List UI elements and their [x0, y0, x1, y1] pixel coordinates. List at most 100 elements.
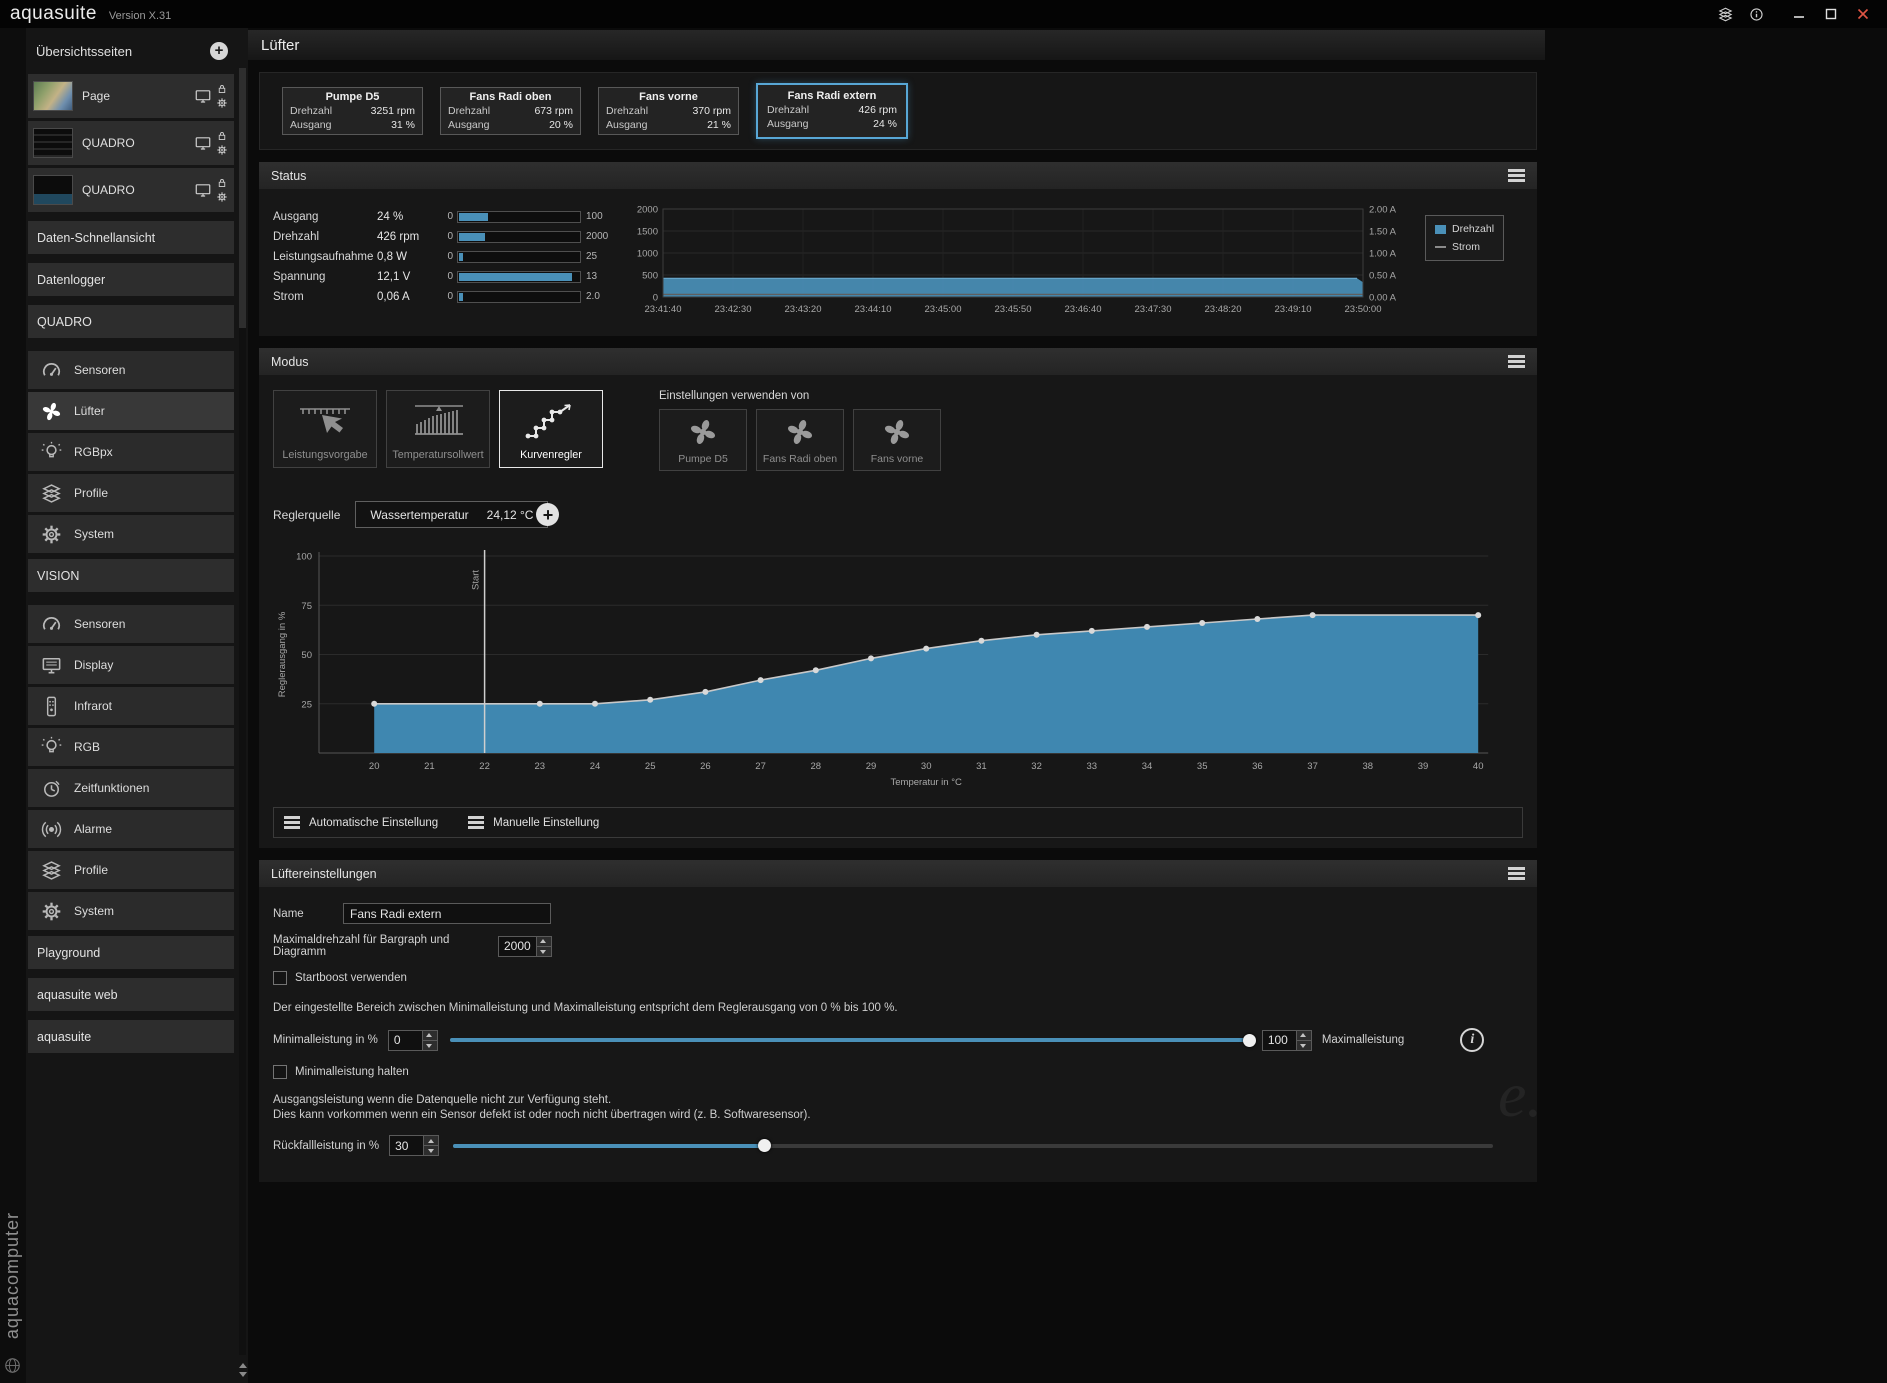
sidebar-item-display[interactable]: Display	[28, 646, 234, 684]
spin-up-button[interactable]	[424, 1136, 439, 1146]
metric-label: Leistungsaufnahme	[273, 250, 374, 263]
sidebar-item-sensoren[interactable]: Sensoren	[28, 605, 234, 643]
panel-menu-icon[interactable]	[1508, 169, 1525, 182]
overview-page-row[interactable]: QUADRO	[28, 121, 234, 165]
spin-up-button[interactable]	[422, 1030, 437, 1041]
status-history-chart: 2000 2.00 A 1500 1.50 A 1000 1.00 A 500 0.50 A 0…	[627, 203, 1415, 328]
maxrpm-spinner[interactable]: 2000	[498, 935, 552, 957]
monitor-icon[interactable]	[193, 135, 213, 152]
layers-icon[interactable]	[1717, 6, 1734, 23]
add-page-button[interactable]: +	[210, 42, 228, 60]
sidebar-item-system[interactable]: System	[28, 515, 234, 553]
mode-button-temperatursollwert[interactable]: Temperatursollwert	[386, 390, 490, 468]
overview-page-row[interactable]: QUADRO	[28, 168, 234, 212]
hold-min-checkbox[interactable]	[273, 1065, 287, 1079]
monitor-icon[interactable]	[193, 88, 213, 105]
fallback-slider[interactable]	[453, 1139, 1494, 1152]
svg-text:23:45:50: 23:45:50	[995, 304, 1032, 315]
sidebar-item-datenlogger[interactable]: Datenlogger	[28, 263, 234, 296]
gear-icon[interactable]	[216, 97, 228, 109]
sidebar-scrollbar[interactable]	[239, 68, 246, 1355]
mode-button-kurvenregler[interactable]: Kurvenregler	[499, 390, 603, 468]
drehzahl-label: Drehzahl	[448, 105, 491, 117]
lock-icon[interactable]	[216, 83, 228, 95]
fan-card-fans-radi-oben[interactable]: Fans Radi oben Drehzahl 673 rpm Ausgang 20…	[440, 87, 581, 135]
copy-from-pumpe-d5[interactable]: Pumpe D5	[659, 409, 747, 471]
min-power-spinner[interactable]: 0	[387, 1029, 438, 1051]
sidebar-item-alarme[interactable]: Alarme	[28, 810, 234, 848]
sidebar-group-quadro[interactable]: QUADRO	[28, 305, 234, 338]
fan-card-title: Fans Radi extern	[787, 90, 877, 102]
curve-chart-container[interactable]: 100 75 50 25 20 21 22 23 24 25 26 27 28 29 30 31 32 33 34 3…	[273, 544, 1523, 799]
slider-handle[interactable]	[1242, 1033, 1256, 1047]
slider-handle[interactable]	[758, 1139, 772, 1152]
max-power-spinner[interactable]: 100	[1261, 1029, 1312, 1051]
source-name: Wassertemperatur	[370, 507, 469, 522]
sidebar-item-system[interactable]: System	[28, 892, 234, 930]
close-button[interactable]	[1849, 3, 1877, 25]
power-preset-icon	[294, 400, 356, 442]
spin-down-button[interactable]	[536, 946, 551, 956]
fan-card-pumpe-d5[interactable]: Pumpe D5 Drehzahl 3251 rpm Ausgang 31 %	[282, 87, 423, 135]
sidebar-item-label: aquasuite	[37, 1029, 92, 1044]
sidebar-item-aquasuite-web[interactable]: aquasuite web	[28, 978, 234, 1011]
copy-from-fans-radi-oben[interactable]: Fans Radi oben	[756, 409, 844, 471]
drehzahl-label: Drehzahl	[290, 105, 333, 117]
spin-up-button[interactable]	[1296, 1030, 1311, 1041]
auto-settings-button[interactable]: Automatische Einstellung	[284, 816, 438, 829]
fan-card-fans-radi-extern[interactable]: Fans Radi extern Drehzahl 426 rpm Ausgang…	[756, 83, 908, 139]
panel-menu-icon[interactable]	[1508, 355, 1525, 368]
sidebar-group-vision[interactable]: VISION	[28, 559, 234, 592]
fan-card-fans-vorne[interactable]: Fans vorne Drehzahl 370 rpm Ausgang 21 %	[598, 87, 739, 135]
spin-down-button[interactable]	[1296, 1040, 1311, 1050]
lock-icon[interactable]	[216, 177, 228, 189]
minimize-button[interactable]	[1785, 3, 1813, 25]
mode-button-leistungsvorgabe[interactable]: Leistungsvorgabe	[273, 390, 377, 468]
sidebar-item-infrarot[interactable]: Infrarot	[28, 687, 234, 725]
sidebar-item-playground[interactable]: Playground	[28, 936, 234, 969]
info-icon[interactable]: i	[1460, 1028, 1485, 1052]
sidebar-item-daten-schnellansicht[interactable]: Daten-Schnellansicht	[28, 221, 234, 254]
regler-source-select[interactable]: Wassertemperatur 24,12 °C	[355, 501, 549, 528]
svg-text:39: 39	[1418, 761, 1429, 772]
sidebar-item-profile[interactable]: Profile	[28, 851, 234, 889]
fallback-spinner[interactable]: 30	[389, 1135, 440, 1156]
add-source-button[interactable]: +	[536, 503, 560, 526]
panel-menu-icon[interactable]	[1508, 867, 1525, 880]
sidebar-item-luefter[interactable]: Lüfter	[28, 392, 234, 430]
scrollbar-thumb[interactable]	[239, 68, 246, 328]
svg-text:0: 0	[653, 293, 658, 304]
sidebar-item-profile[interactable]: Profile	[28, 474, 234, 512]
sidebar-item-aquasuite[interactable]: aquasuite	[28, 1020, 234, 1053]
minmax-range-slider[interactable]	[449, 1033, 1256, 1047]
sidebar-item-zeitfunktionen[interactable]: Zeitfunktionen	[28, 769, 234, 807]
maximize-button[interactable]	[1817, 3, 1845, 25]
svg-text:Start: Start	[471, 570, 482, 590]
scrollbar-arrows[interactable]	[239, 1363, 247, 1377]
page-thumbnail	[33, 175, 73, 205]
spin-down-button[interactable]	[424, 1146, 439, 1155]
metric-bargraph	[457, 230, 581, 243]
copy-from-fans-vorne[interactable]: Fans vorne	[853, 409, 941, 471]
sidebar-item-rgb[interactable]: RGB	[28, 728, 234, 766]
lock-icon[interactable]	[216, 130, 228, 142]
spin-down-button[interactable]	[422, 1040, 437, 1050]
gear-icon[interactable]	[216, 191, 228, 203]
auto-settings-label: Automatische Einstellung	[309, 816, 439, 829]
startboost-checkbox[interactable]	[273, 971, 287, 985]
sidebar-item-rgbpx[interactable]: RGBpx	[28, 433, 234, 471]
fallback-text-line2: Dies kann vorkommen wenn ein Sensor defe…	[273, 1109, 811, 1121]
svg-text:23:42:30: 23:42:30	[715, 304, 752, 315]
manual-settings-button[interactable]: Manuelle Einstellung	[468, 816, 599, 829]
overview-page-row[interactable]: Page	[28, 74, 234, 118]
svg-text:26: 26	[700, 761, 711, 772]
monitor-icon[interactable]	[193, 182, 213, 199]
info-icon[interactable]	[1748, 6, 1765, 23]
svg-text:28: 28	[811, 761, 822, 772]
globe-icon[interactable]	[3, 1356, 22, 1375]
spin-up-button[interactable]	[536, 936, 551, 947]
fan-name-input[interactable]	[343, 903, 551, 924]
sidebar-item-sensoren[interactable]: Sensoren	[28, 351, 234, 389]
drehzahl-value: 3251 rpm	[370, 105, 415, 117]
gear-icon[interactable]	[216, 144, 228, 156]
